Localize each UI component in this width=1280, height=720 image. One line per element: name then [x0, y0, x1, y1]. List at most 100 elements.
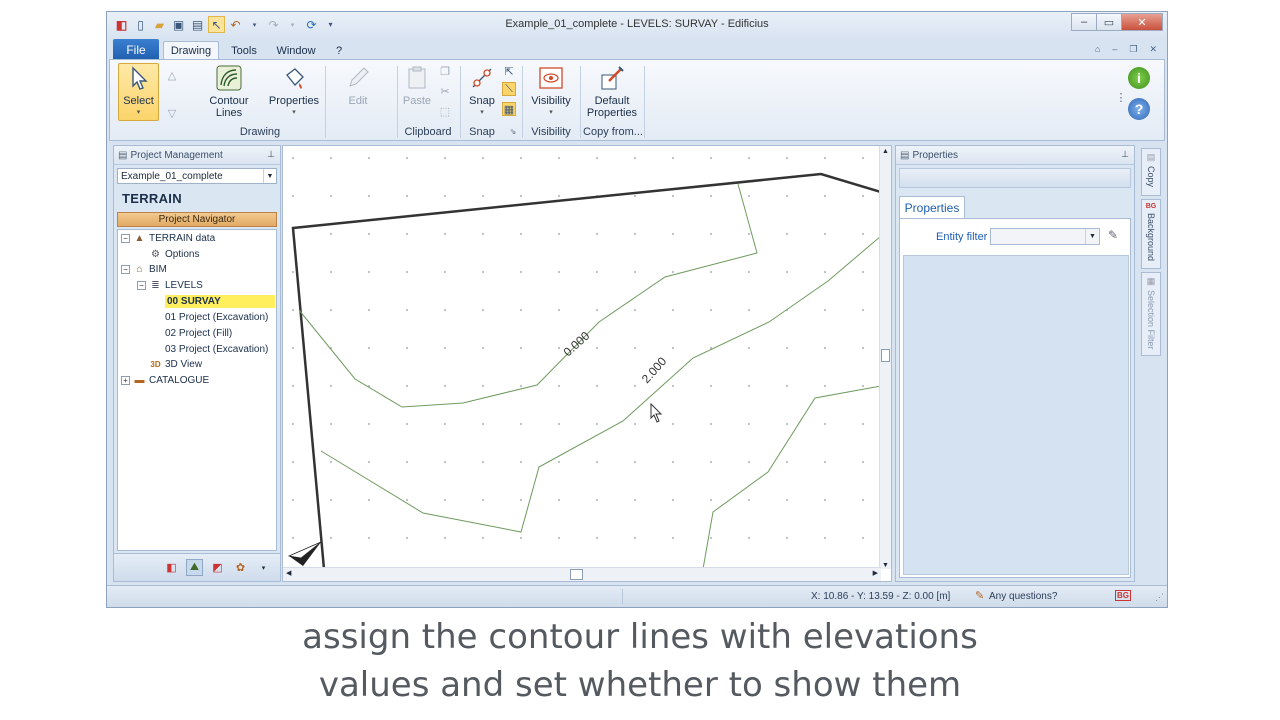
side-tab-background[interactable]: BG Background	[1141, 199, 1161, 269]
mdi-close-icon[interactable]: ✕	[1149, 44, 1157, 55]
scroll-down-icon[interactable]: ▼	[880, 562, 891, 569]
horizontal-scroll-thumb[interactable]	[570, 569, 583, 580]
vertical-scrollbar[interactable]: ▲ ▼	[879, 146, 891, 569]
info-icon[interactable]: i	[1128, 67, 1150, 89]
snap-corner-icon[interactable]: ⇱	[502, 64, 516, 78]
bg-status-icon[interactable]: BG	[1115, 590, 1131, 601]
3d-view-icon: 3D	[150, 360, 161, 369]
scroll-right-icon[interactable]: ▶	[873, 569, 878, 577]
properties-button[interactable]: Properties ▾	[265, 64, 323, 119]
copy-icon[interactable]: ❐	[438, 64, 452, 78]
file-tab[interactable]: File	[113, 39, 159, 60]
tree-item-catalogue[interactable]: + ▬ CATALOGUE	[121, 373, 209, 388]
drawing-canvas[interactable]: 0.000 2.000 ▲ ▼ ◀ ▶	[282, 145, 892, 582]
window-controls: – ▭ ✕	[1071, 13, 1163, 31]
snap-button[interactable]: Snap ▾	[464, 64, 500, 119]
mdi-restore-icon[interactable]: ❐	[1129, 44, 1137, 55]
contour-lines-button[interactable]: Contour Lines	[205, 64, 253, 119]
help-question-icon[interactable]: ✎	[975, 589, 984, 602]
edit-pencil-icon	[344, 64, 372, 92]
terrain-drawing[interactable]: 0.000 2.000	[283, 146, 881, 569]
cut-icon[interactable]: ✂	[438, 84, 452, 98]
catalogue-view-icon[interactable]: ✿	[232, 559, 249, 576]
caption-line-2: values and set whether to show them	[318, 665, 962, 705]
tree-item-bim[interactable]: − ⌂ BIM	[121, 262, 167, 277]
default-properties-icon	[598, 64, 626, 92]
bim-view-icon[interactable]: ◩	[209, 559, 226, 576]
mdi-minimize-icon[interactable]: –	[1112, 44, 1117, 55]
tree-item-level-fill[interactable]: 02 Project (Fill)	[165, 326, 232, 341]
scroll-up-icon[interactable]: ▲	[880, 146, 891, 158]
snap-settings-launcher-icon[interactable]: ⇘	[506, 124, 520, 138]
group-drawing-label: Drawing	[239, 126, 281, 138]
expand-toggle-icon[interactable]: +	[121, 376, 130, 385]
tree-item-3d-view[interactable]: 3D 3D View	[149, 357, 202, 372]
home-icon[interactable]: ⌂	[1095, 44, 1100, 55]
tree-item-options[interactable]: ⚙ Options	[149, 247, 199, 262]
collapse-toggle-icon[interactable]: −	[121, 234, 130, 243]
project-panel-header: ▤ Project Management ⊥	[114, 146, 280, 165]
tab-properties[interactable]: Properties	[899, 196, 965, 219]
resize-grip-icon[interactable]: ⋰	[1155, 592, 1164, 603]
properties-panel-toolbar	[899, 168, 1131, 188]
default-properties-button[interactable]: Default Properties	[584, 64, 640, 119]
side-tab-copy[interactable]: ▤ Copy	[1141, 148, 1161, 196]
group-clipboard-label: Clipboard	[404, 126, 452, 138]
app-window: ◧ ▯ ▰ ▣ ▤ ↖ ↶ ▾ ↷ ▾ ⟳ ▾ Example_01_compl…	[106, 11, 1168, 608]
group-visibility-label: Visibility	[531, 126, 571, 138]
ribbon-options-icon[interactable]: ⋮	[1114, 90, 1128, 104]
properties-panel-icon: ▤	[900, 149, 910, 161]
pin-icon[interactable]: ⊥	[1121, 149, 1129, 160]
previous-level-icon[interactable]: △	[165, 68, 179, 82]
snap-grid-icon[interactable]: ▦	[502, 102, 516, 116]
next-level-icon[interactable]: ▽	[165, 106, 179, 120]
vertical-scroll-thumb[interactable]	[881, 349, 890, 362]
levels-icon: ≣	[151, 280, 160, 291]
properties-panel: ▤ Properties ⊥ Properties Entity filter …	[895, 145, 1135, 582]
pin-icon[interactable]: ⊥	[267, 149, 275, 160]
snap-line-icon[interactable]: ⟍	[502, 82, 516, 96]
snap-icon	[468, 64, 496, 92]
tree-item-level-survay[interactable]: 00 SURVAY	[165, 294, 275, 309]
tab-window[interactable]: Window	[271, 41, 321, 60]
project-navigator-button[interactable]: Project Navigator	[117, 212, 277, 227]
selection-filter-tab-icon: ▦	[1146, 276, 1156, 286]
side-tab-selection-filter[interactable]: ▦ Selection Filter	[1141, 272, 1161, 356]
terrain-view-icon[interactable]: ⛰	[186, 559, 203, 576]
collapse-toggle-icon[interactable]: −	[121, 265, 130, 274]
catalogue-book-icon: ▬	[134, 375, 145, 386]
toolbar-more-icon[interactable]: ▾	[255, 559, 272, 576]
caption-line-1: assign the contour lines with elevations	[302, 617, 978, 657]
visibility-button[interactable]: Visibility ▾	[526, 64, 576, 119]
tree-item-terrain-data[interactable]: − ▲ TERRAIN data	[121, 231, 215, 246]
project-panel-icon: ▤	[118, 149, 128, 161]
ribbon-tabs: File Drawing Tools Window ? ⌂ – ❐ ✕	[107, 38, 1167, 60]
paste-button[interactable]: Paste	[400, 64, 434, 107]
horizontal-scrollbar[interactable]: ◀ ▶	[283, 567, 881, 581]
tree-item-levels[interactable]: − ≣ LEVELS	[137, 278, 203, 293]
help-icon[interactable]: ?	[1128, 98, 1150, 120]
chevron-down-icon[interactable]: ▼	[263, 169, 276, 183]
tab-drawing[interactable]: Drawing	[163, 41, 219, 60]
any-questions-link[interactable]: Any questions?	[989, 591, 1057, 602]
duplicate-icon[interactable]: ⬚	[438, 104, 452, 118]
tree-item-level-excavation-1[interactable]: 01 Project (Excavation)	[165, 310, 268, 325]
project-combo[interactable]: Example_01_complete ▼	[117, 168, 277, 184]
tab-help[interactable]: ?	[329, 41, 349, 60]
tree-item-level-excavation-3[interactable]: 03 Project (Excavation)	[165, 342, 268, 357]
select-button-content[interactable]: Select ▾	[118, 64, 159, 119]
tab-tools[interactable]: Tools	[225, 41, 263, 60]
project-tool-icon[interactable]: ◧	[163, 559, 180, 576]
edit-button[interactable]: Edit	[336, 64, 380, 107]
chevron-down-icon[interactable]: ▼	[1085, 229, 1099, 244]
window-title: Example_01_complete - LEVELS: SURVAY - E…	[505, 18, 769, 30]
close-icon[interactable]: ✕	[1121, 13, 1163, 31]
status-bar: X: 10.86 - Y: 13.59 - Z: 0.00 [m] ✎ Any …	[107, 585, 1167, 607]
section-heading: TERRAIN	[122, 191, 182, 206]
filter-edit-icon[interactable]: ✎	[1108, 228, 1118, 242]
collapse-toggle-icon[interactable]: −	[137, 281, 146, 290]
minimize-icon[interactable]: –	[1071, 13, 1097, 31]
maximize-icon[interactable]: ▭	[1096, 13, 1122, 31]
entity-filter-combo[interactable]: ▼	[990, 228, 1100, 245]
scroll-left-icon[interactable]: ◀	[286, 569, 291, 577]
